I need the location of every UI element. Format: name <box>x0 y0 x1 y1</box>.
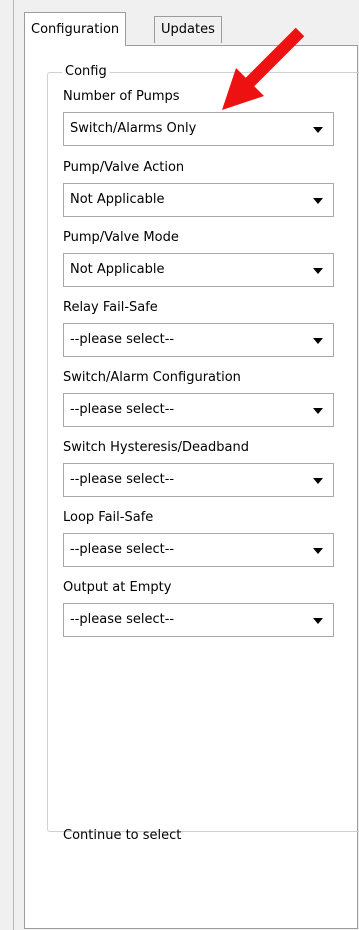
loop-fail-safe-dropdown[interactable]: --please select-- <box>63 533 334 567</box>
number-of-pumps-value: Switch/Alarms Only <box>70 121 197 136</box>
switch-hysteresis-deadband-value: --please select-- <box>70 472 175 487</box>
relay-fail-safe-label: Relay Fail-Safe <box>63 300 158 315</box>
switch-hysteresis-deadband-label: Switch Hysteresis/Deadband <box>63 440 249 455</box>
dropdown-arrow-icon[interactable] <box>313 198 323 204</box>
dropdown-arrow-icon[interactable] <box>313 127 323 133</box>
dropdown-arrow-icon[interactable] <box>313 478 323 484</box>
switch-alarm-configuration-dropdown[interactable]: --please select-- <box>63 393 334 427</box>
red-arrow-annotation-icon <box>222 27 305 110</box>
pump-valve-mode-value: Not Applicable <box>70 262 165 277</box>
dropdown-arrow-icon[interactable] <box>313 548 323 554</box>
dropdown-arrow-icon[interactable] <box>313 268 323 274</box>
output-at-empty-dropdown[interactable]: --please select-- <box>63 603 334 637</box>
pump-valve-mode-label: Pump/Valve Mode <box>63 230 179 245</box>
number-of-pumps-label: Number of Pumps <box>63 89 180 104</box>
config-groupbox: Config Number of Pumps Switch/Alarms Onl… <box>47 64 359 843</box>
dropdown-arrow-icon[interactable] <box>313 338 323 344</box>
pump-valve-action-dropdown[interactable]: Not Applicable <box>63 183 334 217</box>
pump-valve-mode-dropdown[interactable]: Not Applicable <box>63 253 334 287</box>
dropdown-arrow-icon[interactable] <box>313 618 323 624</box>
continue-note: Continue to select <box>63 828 182 843</box>
relay-fail-safe-dropdown[interactable]: --please select-- <box>63 323 334 357</box>
pump-valve-action-value: Not Applicable <box>70 192 165 207</box>
configuration-panel: Config Number of Pumps Switch/Alarms Onl… <box>24 45 359 929</box>
loop-fail-safe-value: --please select-- <box>70 542 175 557</box>
switch-hysteresis-deadband-dropdown[interactable]: --please select-- <box>63 463 334 497</box>
loop-fail-safe-label: Loop Fail-Safe <box>63 510 154 525</box>
output-at-empty-value: --please select-- <box>70 612 175 627</box>
window-left-border <box>0 0 14 930</box>
pump-valve-action-label: Pump/Valve Action <box>63 160 185 175</box>
config-group-legend: Config <box>62 64 110 79</box>
switch-alarm-configuration-value: --please select-- <box>70 402 175 417</box>
relay-fail-safe-value: --please select-- <box>70 332 175 347</box>
dropdown-arrow-icon[interactable] <box>313 408 323 414</box>
tab-updates[interactable]: Updates <box>154 16 222 43</box>
output-at-empty-label: Output at Empty <box>63 580 172 595</box>
number-of-pumps-dropdown[interactable]: Switch/Alarms Only <box>63 112 334 146</box>
tab-configuration[interactable]: Configuration <box>24 12 127 46</box>
switch-alarm-configuration-label: Switch/Alarm Configuration <box>63 370 241 385</box>
